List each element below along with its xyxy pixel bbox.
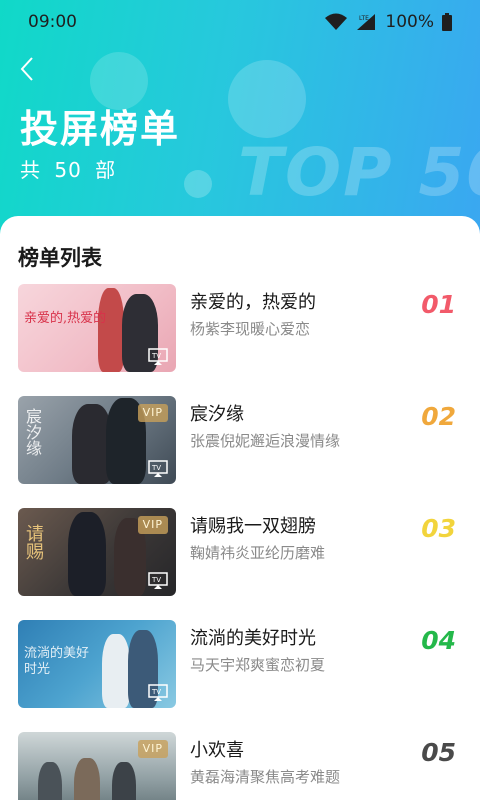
svg-text:TV: TV [151, 464, 161, 472]
section-title: 榜单列表 [18, 246, 102, 270]
count-value: 50 [54, 158, 82, 182]
rank-number: 01 [421, 290, 456, 319]
rank-number: 03 [421, 514, 456, 543]
tv-cast-icon: TV [148, 460, 168, 477]
wifi-icon [325, 13, 348, 30]
item-title[interactable]: 亲爱的，热爱的 [190, 288, 316, 314]
count-suffix: 部 [95, 158, 117, 182]
rank-number: 05 [421, 738, 456, 767]
ranking-list-panel: 榜单列表 亲爱的,热爱的 TV 亲爱的，热爱的 杨紫李现暖心爱恋 01 宸汐缘 … [0, 216, 480, 800]
tv-cast-icon: TV [148, 348, 168, 365]
tv-cast-icon: TV [148, 572, 168, 589]
rank-number: 04 [421, 626, 456, 655]
list-item[interactable]: 请赐 VIP TV 请赐我一双翅膀 鞠婧祎炎亚纶历磨难 03 [0, 508, 480, 598]
poster-thumbnail[interactable]: 宸汐缘 VIP TV [18, 396, 176, 484]
battery-icon [442, 13, 452, 31]
list-item[interactable]: 亲爱的,热爱的 TV 亲爱的，热爱的 杨紫李现暖心爱恋 01 [0, 284, 480, 374]
page-title: 投屏榜单 [20, 107, 181, 151]
rank-number: 02 [421, 402, 456, 431]
vip-badge: VIP [137, 740, 168, 758]
item-description: 鞠婧祎炎亚纶历磨难 [190, 544, 326, 562]
back-button[interactable] [10, 52, 44, 86]
item-description: 杨紫李现暖心爱恋 [190, 320, 311, 338]
status-time: 09:00 [28, 12, 77, 32]
poster-thumbnail[interactable]: 流淌的美好时光 TV [18, 620, 176, 708]
item-description: 黄磊海清聚焦高考难题 [190, 768, 341, 786]
total-count: 共 50 部 [20, 154, 116, 183]
poster-thumbnail[interactable]: VIP [18, 732, 176, 800]
list-item[interactable]: VIP 小欢喜 黄磊海清聚焦高考难题 05 [0, 732, 480, 800]
vip-badge: VIP [137, 516, 168, 534]
poster-title-art: 宸汐缘 [23, 408, 42, 456]
signal-lte-icon: LTE [357, 14, 376, 30]
decor-bubble [228, 60, 306, 138]
list-item[interactable]: 宸汐缘 VIP TV 宸汐缘 张震倪妮邂逅浪漫情缘 02 [0, 396, 480, 486]
vip-badge: VIP [137, 404, 168, 422]
poster-title-art: 亲爱的,热爱的 [24, 311, 107, 326]
item-title[interactable]: 小欢喜 [190, 736, 244, 762]
svg-text:TV: TV [151, 688, 161, 696]
item-title[interactable]: 宸汐缘 [190, 400, 244, 426]
hero-watermark: TOP 50 [238, 134, 480, 211]
network-label: LTE [359, 15, 369, 22]
decor-bubble [184, 170, 212, 198]
count-prefix: 共 [20, 158, 41, 182]
tv-cast-icon: TV [148, 684, 168, 701]
svg-text:TV: TV [151, 352, 161, 360]
battery-level: 100% [385, 12, 434, 32]
status-bar: 09:00 LTE 100% [0, 0, 480, 44]
poster-title-art: 流淌的美好时光 [24, 646, 90, 677]
item-title[interactable]: 流淌的美好时光 [190, 624, 316, 650]
item-description: 张震倪妮邂逅浪漫情缘 [190, 432, 341, 450]
svg-text:TV: TV [151, 576, 161, 584]
chevron-left-icon [20, 57, 33, 81]
item-description: 马天宇郑爽蜜恋初夏 [190, 656, 326, 674]
poster-title-art: 请赐 [23, 524, 44, 560]
list-item[interactable]: 流淌的美好时光 TV 流淌的美好时光 马天宇郑爽蜜恋初夏 04 [0, 620, 480, 710]
item-title[interactable]: 请赐我一双翅膀 [190, 512, 316, 538]
poster-thumbnail[interactable]: 请赐 VIP TV [18, 508, 176, 596]
poster-thumbnail[interactable]: 亲爱的,热爱的 TV [18, 284, 176, 372]
status-icons: LTE 100% [325, 12, 452, 32]
